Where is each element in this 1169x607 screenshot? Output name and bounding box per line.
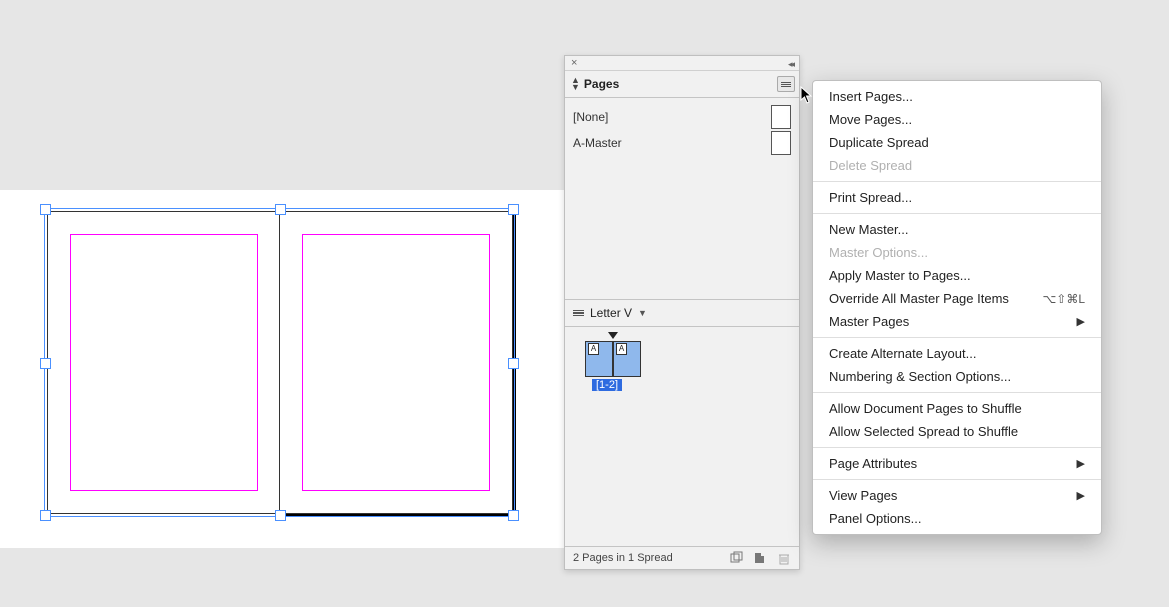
menu-item-label: Print Spread... xyxy=(829,190,912,205)
menu-item[interactable]: New Master... xyxy=(813,218,1101,241)
panel-menu-button[interactable] xyxy=(777,76,795,92)
menu-item-label: New Master... xyxy=(829,222,908,237)
menu-separator xyxy=(813,479,1101,480)
pages-panel-flyout-menu: Insert Pages... Move Pages... Duplicate Sp… xyxy=(812,80,1102,535)
menu-item-label: Allow Selected Spread to Shuffle xyxy=(829,424,1018,439)
spread-marker-icon xyxy=(608,332,618,339)
page-left[interactable] xyxy=(47,211,281,514)
menu-separator xyxy=(813,181,1101,182)
menu-item-label: Apply Master to Pages... xyxy=(829,268,971,283)
menu-item-label: Page Attributes xyxy=(829,456,917,471)
masters-list[interactable]: [None] A-Master xyxy=(565,98,799,300)
menu-item-label: Master Pages xyxy=(829,314,909,329)
menu-separator xyxy=(813,392,1101,393)
menu-item-label: Delete Spread xyxy=(829,158,912,173)
panel-titlebar[interactable]: × ◂◂ xyxy=(565,56,799,71)
menu-item-label: Create Alternate Layout... xyxy=(829,346,976,361)
menu-item[interactable]: Numbering & Section Options... xyxy=(813,365,1101,388)
menu-item[interactable]: Duplicate Spread xyxy=(813,131,1101,154)
submenu-arrow-icon: ▶ xyxy=(1077,315,1085,328)
layout-name[interactable]: Letter V xyxy=(590,306,632,320)
menu-item-label: Allow Document Pages to Shuffle xyxy=(829,401,1022,416)
document-pages-area[interactable]: A A [1-2] xyxy=(565,327,799,545)
master-row-none[interactable]: [None] xyxy=(573,104,791,130)
spread-thumb[interactable]: A A xyxy=(585,341,641,377)
menu-item[interactable]: Panel Options... xyxy=(813,507,1101,530)
page-thumb-2[interactable]: A xyxy=(613,341,641,377)
pages-panel: × ◂◂ ▲▼ Pages [None] A-Master Letter V ▼… xyxy=(564,55,800,570)
menu-item[interactable]: Insert Pages... xyxy=(813,85,1101,108)
menu-separator xyxy=(813,447,1101,448)
menu-item[interactable]: Move Pages... xyxy=(813,108,1101,131)
master-label: A-Master xyxy=(573,136,622,150)
tab-label: Pages xyxy=(584,77,619,91)
menu-item[interactable]: Apply Master to Pages... xyxy=(813,264,1101,287)
menu-item[interactable]: Page Attributes ▶ xyxy=(813,452,1101,475)
menu-item[interactable]: Master Pages ▶ xyxy=(813,310,1101,333)
master-thumb xyxy=(771,105,791,129)
menu-item-label: View Pages xyxy=(829,488,897,503)
menu-item[interactable]: Allow Document Pages to Shuffle xyxy=(813,397,1101,420)
menu-item[interactable]: View Pages ▶ xyxy=(813,484,1101,507)
page-thumb-1[interactable]: A xyxy=(585,341,613,377)
master-label: [None] xyxy=(573,110,608,124)
margin-guide xyxy=(70,234,258,491)
layout-list-icon[interactable] xyxy=(573,310,584,317)
menu-item-label: Panel Options... xyxy=(829,511,922,526)
updown-icon: ▲▼ xyxy=(571,77,580,91)
page-range-label: [1-2] xyxy=(592,379,622,391)
menu-item-label: Move Pages... xyxy=(829,112,912,127)
panel-footer: 2 Pages in 1 Spread xyxy=(565,546,799,569)
document-canvas[interactable] xyxy=(0,190,565,548)
master-prefix: A xyxy=(588,343,599,355)
menu-item-label: Insert Pages... xyxy=(829,89,913,104)
menu-item-label: Numbering & Section Options... xyxy=(829,369,1011,384)
menu-item[interactable]: Create Alternate Layout... xyxy=(813,342,1101,365)
page-right[interactable] xyxy=(279,211,513,514)
layout-bar: Letter V ▼ xyxy=(565,300,799,327)
margin-guide xyxy=(302,234,490,491)
footer-status: 2 Pages in 1 Spread xyxy=(573,552,673,564)
menu-shortcut: ⌥⇧⌘L xyxy=(1042,292,1085,306)
menu-separator xyxy=(813,337,1101,338)
dropdown-icon[interactable]: ▼ xyxy=(638,308,647,318)
menu-item[interactable]: Override All Master Page Items ⌥⇧⌘L xyxy=(813,287,1101,310)
menu-item: Delete Spread xyxy=(813,154,1101,177)
submenu-arrow-icon: ▶ xyxy=(1077,457,1085,470)
master-prefix: A xyxy=(616,343,627,355)
collapse-icon[interactable]: ◂◂ xyxy=(788,59,793,70)
menu-item: Master Options... xyxy=(813,241,1101,264)
delete-page-icon[interactable] xyxy=(777,551,791,565)
master-row-a[interactable]: A-Master xyxy=(573,130,791,156)
menu-item-label: Master Options... xyxy=(829,245,928,260)
menu-item[interactable]: Print Spread... xyxy=(813,186,1101,209)
edit-page-size-icon[interactable] xyxy=(729,551,743,565)
menu-item-label: Override All Master Page Items xyxy=(829,291,1009,306)
menu-item-label: Duplicate Spread xyxy=(829,135,929,150)
panel-tab-row: ▲▼ Pages xyxy=(565,71,799,98)
submenu-arrow-icon: ▶ xyxy=(1077,489,1085,502)
menu-separator xyxy=(813,213,1101,214)
menu-item[interactable]: Allow Selected Spread to Shuffle xyxy=(813,420,1101,443)
master-thumb xyxy=(771,131,791,155)
new-page-icon[interactable] xyxy=(753,551,767,565)
close-icon[interactable]: × xyxy=(571,57,577,69)
tab-pages[interactable]: ▲▼ Pages xyxy=(571,77,619,91)
